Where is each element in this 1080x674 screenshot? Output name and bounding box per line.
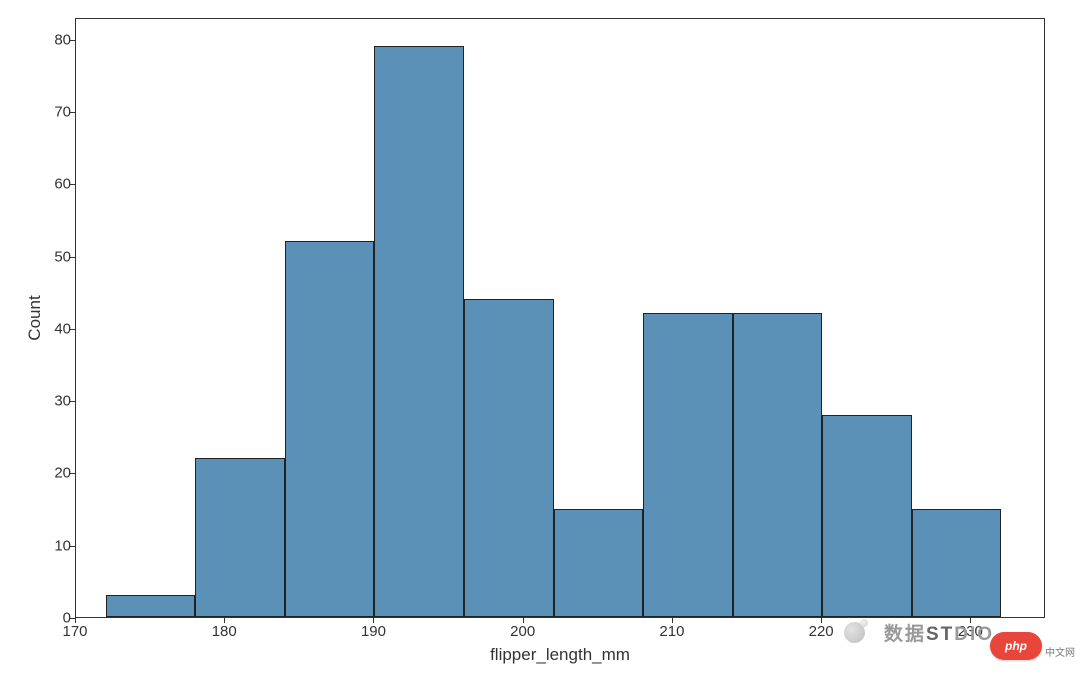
x-tick-label: 210	[659, 623, 684, 640]
x-tick-label: 220	[809, 623, 834, 640]
y-tick-label: 80	[54, 31, 71, 48]
y-tick-label: 20	[54, 465, 71, 482]
x-tick-label: 170	[62, 623, 87, 640]
y-tick-label: 10	[54, 537, 71, 554]
y-tick-mark	[70, 473, 75, 474]
bars-area	[76, 17, 1046, 617]
histogram-chart: 01020304050607080 170180190200210220230 …	[75, 18, 1045, 618]
y-tick-mark	[70, 257, 75, 258]
x-tick-mark	[373, 618, 374, 623]
cn-text: 中文网	[1045, 644, 1075, 659]
x-tick-mark	[523, 618, 524, 623]
x-tick-mark	[672, 618, 673, 623]
histogram-bar	[195, 458, 285, 617]
y-tick-label: 50	[54, 248, 71, 265]
histogram-bar	[106, 595, 196, 617]
y-tick-mark	[70, 401, 75, 402]
x-axis-label: flipper_length_mm	[490, 645, 630, 665]
histogram-bar	[643, 313, 733, 617]
x-tick-mark	[224, 618, 225, 623]
wechat-bubble-icon	[844, 622, 865, 643]
y-tick-label: 30	[54, 393, 71, 410]
histogram-bar	[464, 299, 554, 617]
histogram-bar	[912, 509, 1002, 617]
x-tick-label: 190	[361, 623, 386, 640]
y-tick-label: 70	[54, 103, 71, 120]
plot-area	[75, 18, 1045, 618]
y-tick-mark	[70, 112, 75, 113]
histogram-bar	[822, 415, 912, 617]
histogram-bar	[733, 313, 823, 617]
y-axis-label: Count	[25, 295, 45, 340]
y-tick-mark	[70, 546, 75, 547]
php-logo: php	[990, 632, 1042, 660]
x-tick-label: 200	[510, 623, 535, 640]
x-tick-mark	[821, 618, 822, 623]
watermark-text: 数据STDIO	[884, 619, 994, 646]
histogram-bar	[554, 509, 644, 617]
y-tick-label: 40	[54, 320, 71, 337]
histogram-bar	[285, 241, 375, 617]
y-tick-mark	[70, 329, 75, 330]
x-tick-label: 180	[212, 623, 237, 640]
y-tick-label: 60	[54, 176, 71, 193]
y-tick-mark	[70, 184, 75, 185]
histogram-bar	[374, 46, 464, 617]
x-tick-mark	[75, 618, 76, 623]
y-tick-mark	[70, 40, 75, 41]
